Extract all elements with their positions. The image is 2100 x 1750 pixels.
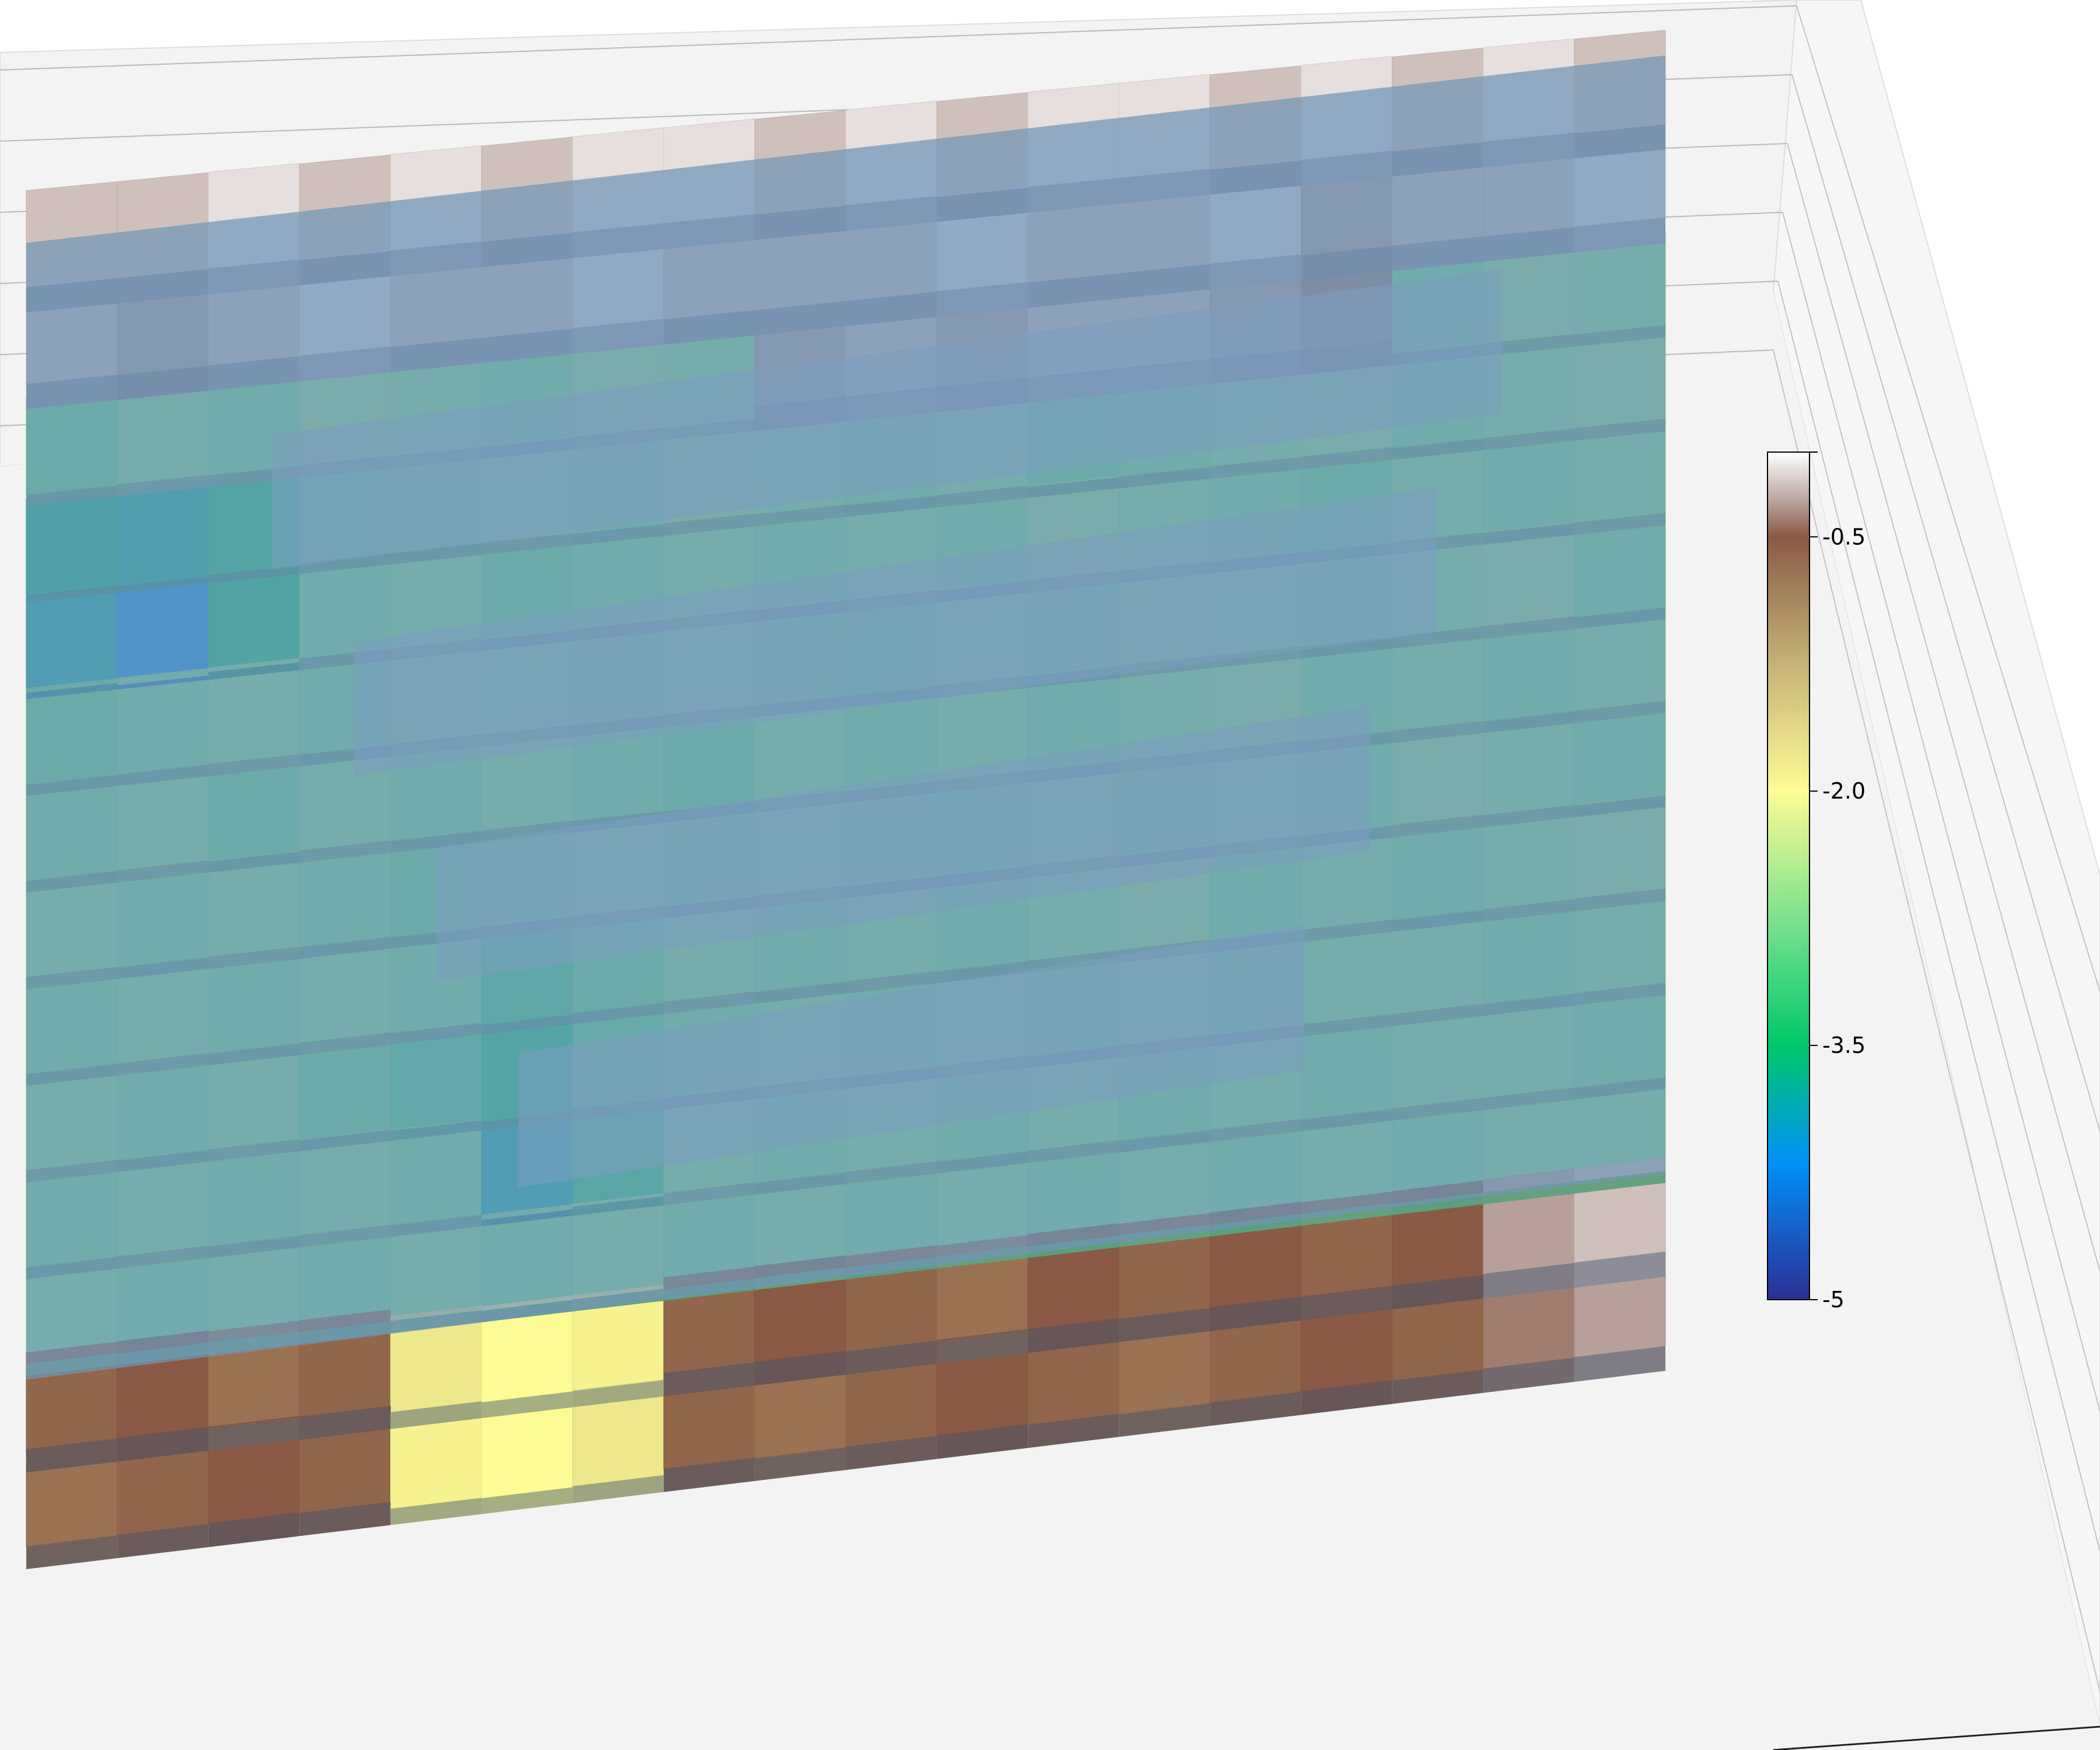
surface-overlay [26,55,1665,1380]
chart-stage: -0.5 -2.0 -3.5 -5 [0,0,2100,1750]
colorbar-tick-label: -2.0 [1822,778,1866,804]
colorbar-bar [1767,452,1810,1300]
overlay-plane [26,55,1665,1380]
colorbar-tick-label: -5 [1822,1287,1845,1312]
colorbar-tick-label: -3.5 [1822,1032,1866,1058]
colorbar-tick-label: -0.5 [1822,524,1866,550]
voxel-heatmap-3d: -0.5 -2.0 -3.5 -5 [0,0,2100,1750]
